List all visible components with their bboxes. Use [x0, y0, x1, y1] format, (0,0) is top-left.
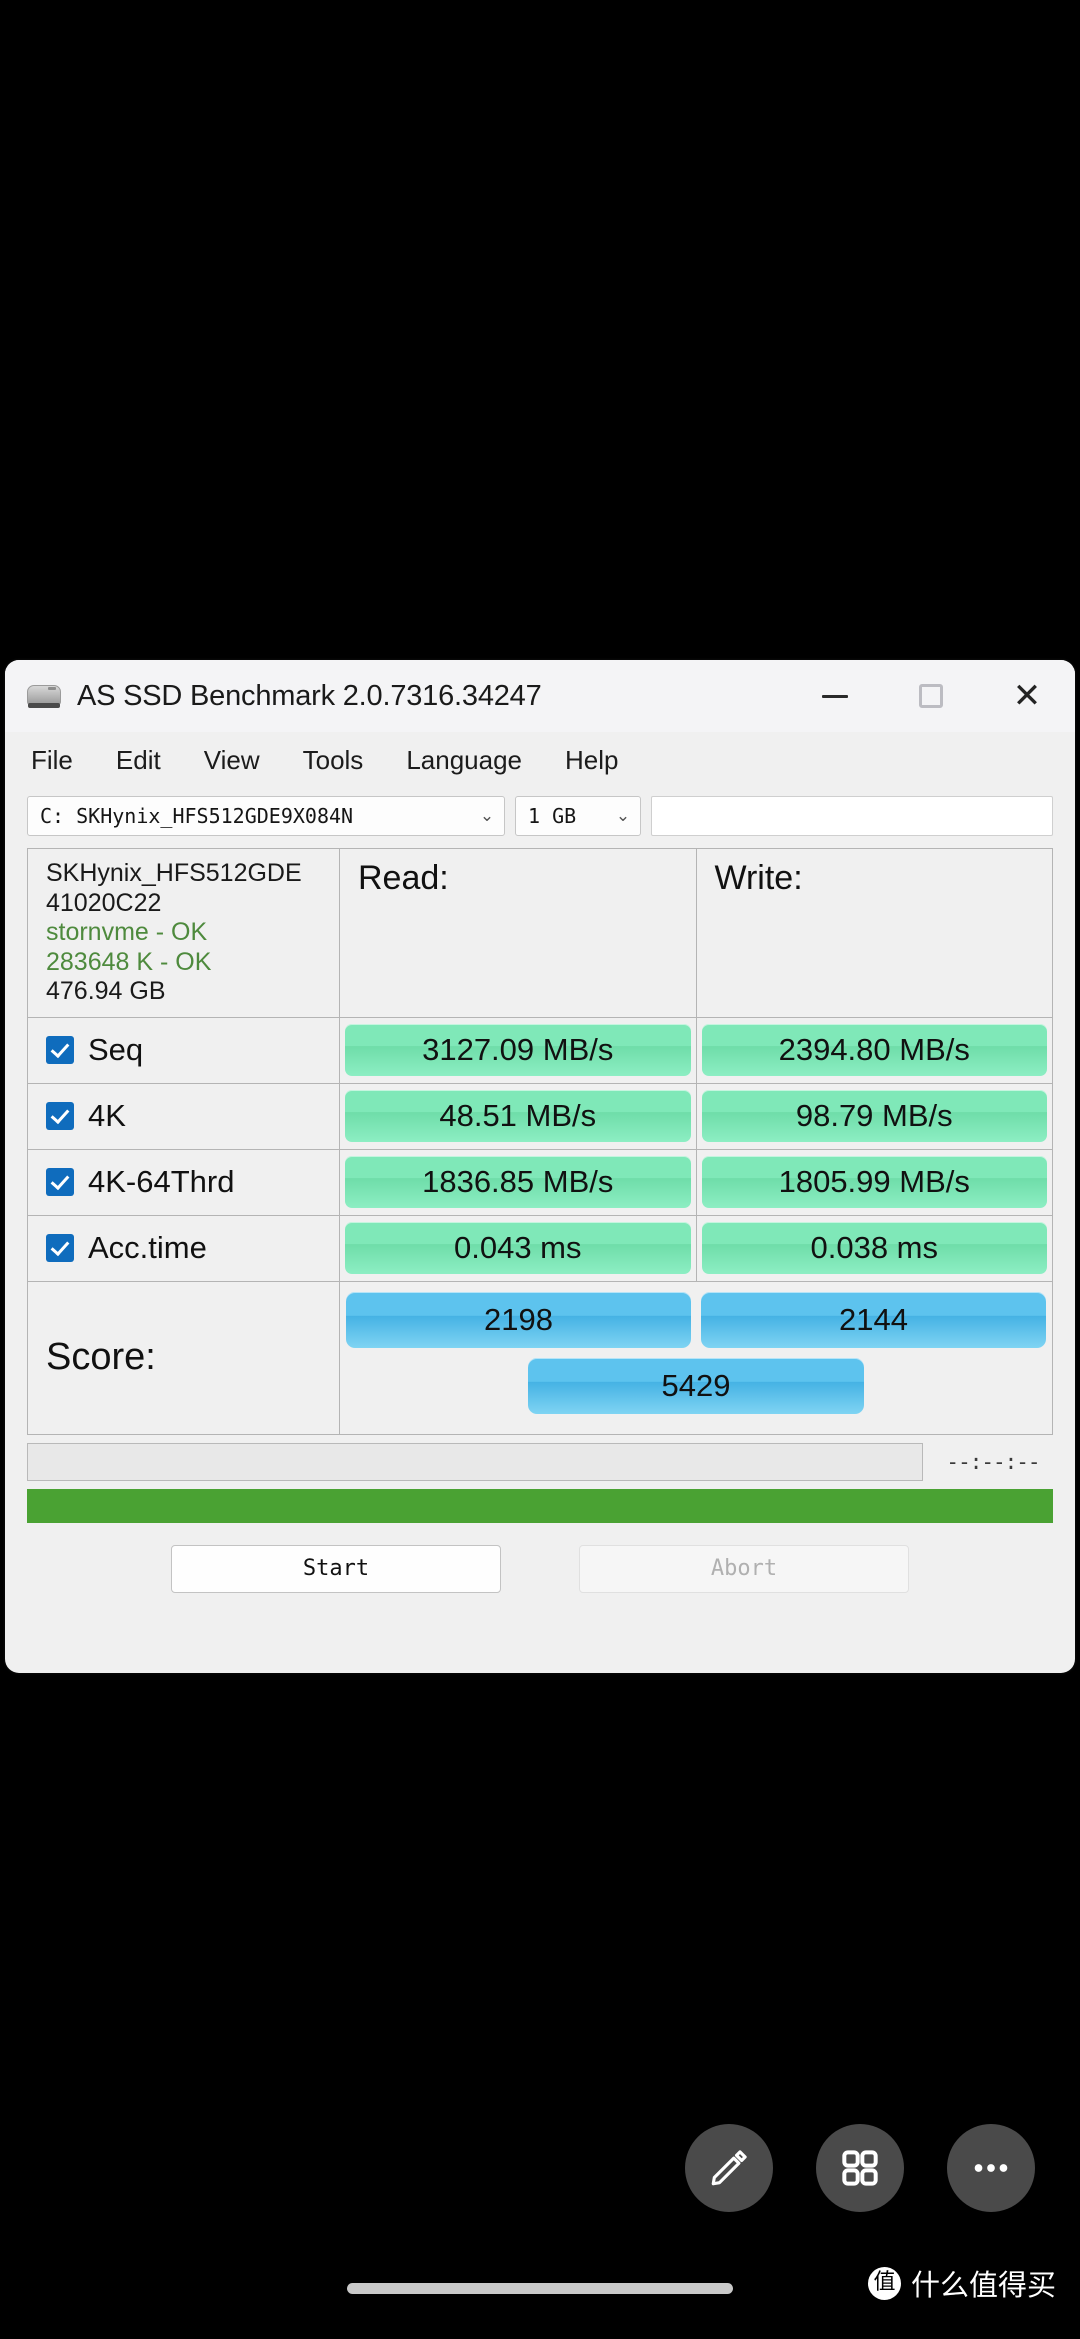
acc-time-read-value: 0.043 ms: [345, 1222, 691, 1274]
progress-bar: [27, 1488, 1053, 1523]
action-buttons: Start Abort: [27, 1544, 1053, 1593]
acc-time-write-value: 0.038 ms: [701, 1222, 1047, 1274]
seq-write-value: 2394.80 MB/s: [701, 1024, 1047, 1076]
4k-64thrd-read-value: 1836.85 MB/s: [345, 1156, 691, 1208]
more-fab[interactable]: [947, 2124, 1035, 2212]
drive-model-line-2: 41020C22: [46, 888, 162, 917]
4k-write-value: 98.79 MB/s: [701, 1090, 1047, 1142]
score-write-value: 2144: [701, 1291, 1046, 1348]
4k-row-label-cell: 4K: [28, 1083, 340, 1149]
4k-64thrd-write-value: 1805.99 MB/s: [701, 1156, 1047, 1208]
selection-toolbar: C: SKHynix_HFS512GDE9X084N ⌄ 1 GB ⌄: [5, 788, 1075, 844]
maximize-button[interactable]: [883, 660, 979, 732]
home-indicator[interactable]: [347, 2283, 733, 2294]
watermark-text: 什么值得买: [910, 2268, 1056, 2302]
drive-select-value: C: SKHynix_HFS512GDE9X084N: [40, 804, 354, 828]
table-row: 4K-64Thrd 1836.85 MB/s 1805.99 MB/s: [28, 1149, 1053, 1216]
menu-item-file[interactable]: File: [31, 741, 97, 780]
abort-button: Abort: [579, 1544, 909, 1593]
write-column-header-cell: Write:: [697, 849, 1053, 1017]
read-column-header-cell: Read:: [340, 849, 697, 1017]
4k-64thrd-write-cell: 1805.99 MB/s: [697, 1150, 1053, 1215]
seq-label: Seq: [88, 1032, 144, 1067]
edit-fab[interactable]: [685, 2124, 773, 2212]
chevron-down-icon: ⌄: [615, 806, 631, 825]
window-titlebar: AS SSD Benchmark 2.0.7316.34247 ✕: [5, 660, 1075, 732]
drive-capacity: 476.94 GB: [46, 977, 166, 1005]
score-label-cell: Score:: [28, 1281, 340, 1434]
score-label: Score:: [46, 1336, 156, 1378]
4k-64thrd-row-label-cell: 4K-64Thrd: [28, 1149, 340, 1215]
results-header-row: SKHynix_HFS512GDE 41020C22 stornvme - OK…: [28, 849, 1052, 1018]
phone-screenshot: AS SSD Benchmark 2.0.7316.34247 ✕ File E…: [0, 0, 1080, 2339]
score-total-value: 5429: [528, 1357, 864, 1414]
hard-drive-icon: [27, 681, 61, 711]
window-controls: ✕: [787, 660, 1075, 732]
4k-read-cell: 48.51 MB/s: [340, 1083, 697, 1149]
score-read-value: 2198: [346, 1291, 691, 1348]
alignment-status: 283648 K - OK: [46, 947, 212, 976]
watermark-logo: 值: [867, 2266, 901, 2300]
read-column-header: Read:: [358, 859, 449, 897]
4k-label: 4K: [88, 1098, 126, 1133]
drive-info-panel: SKHynix_HFS512GDE 41020C22 stornvme - OK…: [28, 849, 340, 1017]
score-values: 2198 2144 5429: [340, 1282, 1052, 1434]
table-row: 4K 48.51 MB/s 98.79 MB/s: [28, 1083, 1053, 1150]
menu-item-tools[interactable]: Tools: [303, 741, 388, 780]
4k-64thrd-checkbox[interactable]: [46, 1168, 74, 1196]
apps-fab[interactable]: [816, 2124, 904, 2212]
menu-bar: File Edit View Tools Language Help: [5, 732, 1075, 788]
status-message: [27, 1442, 923, 1481]
seq-read-cell: 3127.09 MB/s: [340, 1017, 697, 1083]
drive-model-line-1: SKHynix_HFS512GDE: [46, 859, 302, 887]
status-strip: --:--:--: [27, 1442, 1053, 1481]
driver-status: stornvme - OK: [46, 918, 208, 946]
maximize-icon: [919, 684, 943, 708]
close-icon: ✕: [1012, 677, 1042, 715]
menu-item-edit[interactable]: Edit: [116, 741, 185, 780]
floating-action-buttons: [685, 2124, 1035, 2212]
results-grid: SKHynix_HFS512GDE 41020C22 stornvme - OK…: [27, 848, 1053, 1435]
table-row: Seq 3127.09 MB/s 2394.80 MB/s: [28, 1017, 1053, 1084]
write-column-header: Write:: [714, 859, 803, 897]
acc-time-write-cell: 0.038 ms: [697, 1216, 1053, 1281]
start-button[interactable]: Start: [171, 1544, 501, 1593]
pencil-icon: [711, 2150, 747, 2186]
size-select[interactable]: 1 GB ⌄: [515, 796, 641, 836]
menu-item-help[interactable]: Help: [565, 741, 642, 780]
table-row: Acc.time 0.043 ms 0.038 ms: [28, 1215, 1053, 1282]
info-text-field[interactable]: [651, 796, 1053, 836]
acc-time-read-cell: 0.043 ms: [340, 1215, 697, 1281]
score-row: Score: 2198 2144 5429: [28, 1281, 1052, 1434]
acc-time-checkbox[interactable]: [46, 1234, 74, 1262]
close-button[interactable]: ✕: [979, 660, 1075, 732]
menu-item-language[interactable]: Language: [406, 741, 546, 780]
4k-checkbox[interactable]: [46, 1102, 74, 1130]
window-title: AS SSD Benchmark 2.0.7316.34247: [77, 679, 542, 712]
drive-select[interactable]: C: SKHynix_HFS512GDE9X084N ⌄: [27, 796, 505, 836]
seq-checkbox[interactable]: [46, 1036, 74, 1064]
watermark: 值 什么值得买: [867, 2262, 1056, 2304]
acc-time-row-label-cell: Acc.time: [28, 1215, 340, 1281]
grid-icon: [842, 2150, 878, 2186]
seq-write-cell: 2394.80 MB/s: [697, 1018, 1053, 1083]
4k-64thrd-read-cell: 1836.85 MB/s: [340, 1149, 697, 1215]
seq-read-value: 3127.09 MB/s: [345, 1024, 691, 1076]
elapsed-timer: --:--:--: [946, 1449, 1040, 1474]
chevron-down-icon: ⌄: [479, 806, 495, 825]
ellipsis-icon: [974, 2164, 1008, 2172]
minimize-button[interactable]: [787, 660, 883, 732]
4k-read-value: 48.51 MB/s: [345, 1090, 691, 1142]
acc-time-label: Acc.time: [88, 1230, 207, 1265]
minimize-icon: [822, 694, 848, 698]
4k-64thrd-label: 4K-64Thrd: [88, 1164, 235, 1199]
4k-write-cell: 98.79 MB/s: [697, 1084, 1053, 1149]
size-select-value: 1 GB: [528, 804, 577, 828]
seq-row-label-cell: Seq: [28, 1017, 340, 1083]
as-ssd-benchmark-window: AS SSD Benchmark 2.0.7316.34247 ✕ File E…: [5, 660, 1075, 1673]
menu-item-view[interactable]: View: [204, 741, 284, 780]
